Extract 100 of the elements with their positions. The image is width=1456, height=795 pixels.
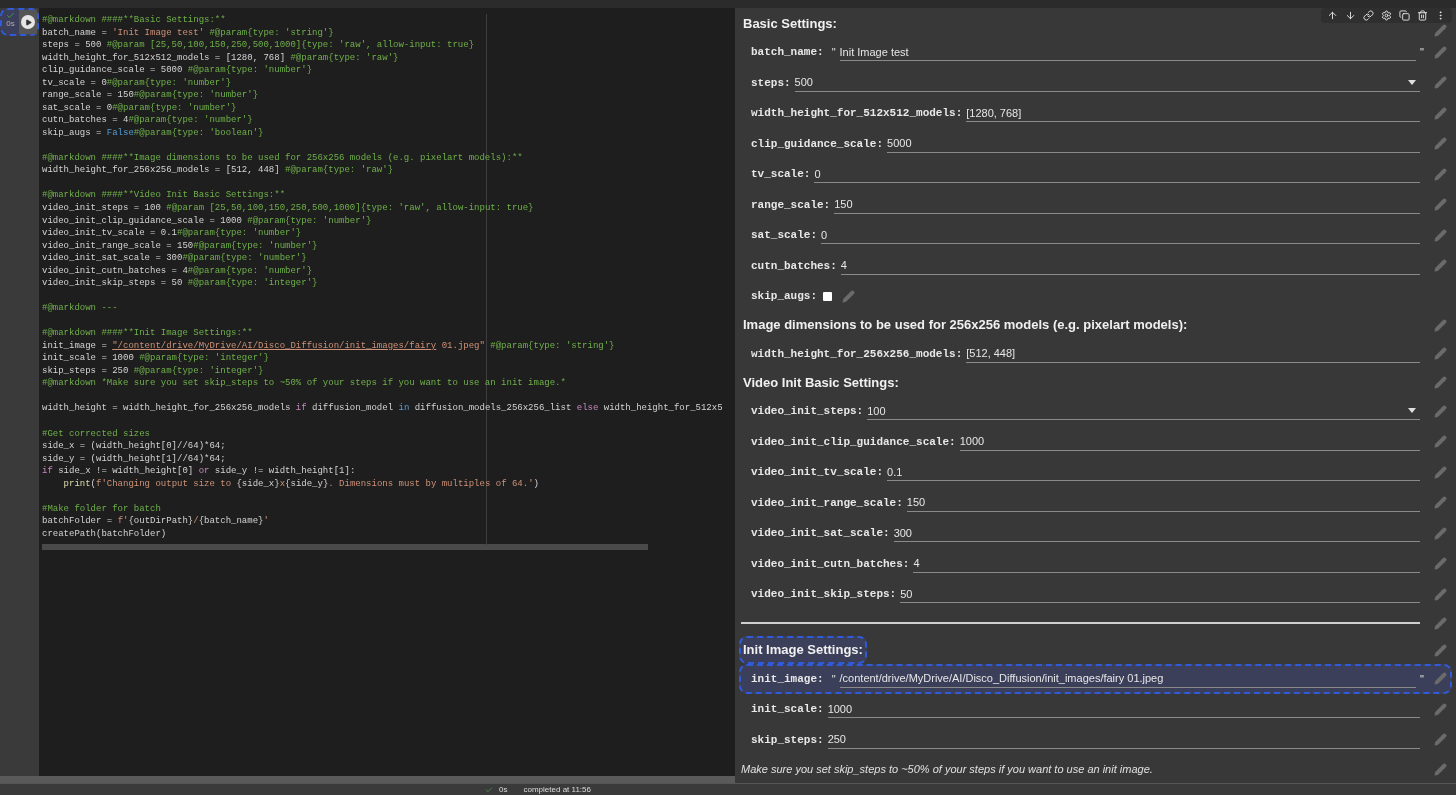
input-field[interactable]: 250 bbox=[827, 730, 1420, 749]
field-label: width_height_for_512x512_models: bbox=[751, 106, 963, 121]
edit-button[interactable] bbox=[1432, 345, 1448, 362]
code-line: video_init_range_scale = 150#@param{type: 'number'} bbox=[42, 240, 318, 251]
edit-button[interactable] bbox=[1432, 403, 1448, 420]
edit-button[interactable] bbox=[1432, 196, 1448, 213]
input-field[interactable]: [512, 448] bbox=[966, 344, 1420, 363]
code-line: #@markdown ####**Init Image Settings:** bbox=[42, 328, 253, 339]
code-line: range_scale = 150#@param{type: 'number'} bbox=[42, 90, 259, 101]
input-field[interactable]: [1280, 768] bbox=[966, 104, 1420, 123]
edit-button[interactable] bbox=[1432, 105, 1448, 122]
code-line: side_y = (width_height[1]//64)*64; bbox=[42, 453, 226, 464]
edit-button[interactable] bbox=[1432, 670, 1448, 687]
edit-button[interactable] bbox=[1432, 494, 1448, 511]
caret-icon bbox=[1408, 408, 1416, 414]
field-label: video_init_skip_steps: bbox=[751, 587, 897, 602]
code-line: video_init_cutn_batches = 4#@param{type: 'number'} bbox=[42, 265, 313, 276]
code-line: init_scale = 1000 #@param{type: 'integer'} bbox=[42, 353, 269, 364]
exec-time: 0s bbox=[6, 20, 15, 28]
code-line: video_init_sat_scale = 300#@param{type: 'number'} bbox=[42, 253, 307, 264]
code-line: if side_x != width_height[0] or side_y != width_height[1]: bbox=[42, 466, 356, 477]
play-icon bbox=[24, 18, 32, 26]
input-field[interactable]: 0 bbox=[821, 226, 1420, 245]
edit-button[interactable] bbox=[1432, 166, 1448, 183]
edit-button[interactable] bbox=[1432, 464, 1448, 481]
move-down-icon[interactable] bbox=[1345, 10, 1356, 21]
edit-button[interactable] bbox=[1432, 701, 1448, 718]
horizontal-scrollbar[interactable] bbox=[0, 776, 735, 783]
field-label: video_init_sat_scale: bbox=[751, 526, 890, 541]
code-line: #@markdown ####**Image dimensions to be used for 256x256 models (e.g. pixelart models):** bbox=[42, 152, 523, 163]
code-line: createPath(batchFolder) bbox=[42, 528, 167, 539]
input-field[interactable]: Init Image test bbox=[839, 43, 1417, 62]
code-line: clip_guidance_scale = 5000 #@param{type: 'number'} bbox=[42, 65, 313, 76]
edit-button[interactable] bbox=[1432, 642, 1448, 658]
copy-icon[interactable] bbox=[1399, 10, 1410, 21]
run-button[interactable] bbox=[21, 15, 35, 29]
dropdown-field[interactable]: 100 bbox=[867, 402, 1420, 421]
code-line: batchFolder = f'{outDirPath}/{batch_name}' bbox=[42, 516, 269, 527]
edit-button[interactable] bbox=[1432, 135, 1448, 152]
input-field[interactable]: 1000 bbox=[959, 432, 1420, 451]
quote-mark: " bbox=[1420, 671, 1424, 687]
field-label: range_scale: bbox=[751, 197, 831, 213]
edit-button[interactable] bbox=[1432, 317, 1448, 333]
check-icon bbox=[485, 785, 494, 794]
link-icon[interactable] bbox=[1363, 10, 1374, 21]
code-line: #@markdown --- bbox=[42, 303, 118, 314]
exec-time: 0s bbox=[499, 785, 508, 794]
input-field[interactable]: 150 bbox=[834, 195, 1420, 214]
field-label: tv_scale: bbox=[751, 167, 811, 182]
move-up-icon[interactable] bbox=[1327, 10, 1338, 21]
code-line: skip_steps = 250 #@param{type: 'integer'} bbox=[42, 365, 264, 376]
quote-mark: " bbox=[831, 45, 836, 60]
field-label: video_init_tv_scale: bbox=[751, 465, 884, 480]
field-label: sat_scale: bbox=[751, 228, 817, 243]
horizontal-scrollbar[interactable] bbox=[42, 544, 648, 551]
code-line: video_init_skip_steps = 50 #@param{type: 'integer'} bbox=[42, 278, 318, 289]
code-line: #@markdown *Make sure you set skip_steps to ~50% of your steps if you want to use an init image.* bbox=[42, 378, 566, 389]
field-label: init_image: bbox=[751, 671, 824, 687]
edit-button[interactable] bbox=[1432, 555, 1448, 572]
input-field[interactable]: /content/drive/MyDrive/AI/Disco_Diffusion/init_images/fairy 01.jpeg bbox=[839, 669, 1417, 688]
edit-button[interactable] bbox=[1432, 586, 1448, 603]
edit-button[interactable] bbox=[1432, 74, 1448, 91]
code-line: #Make folder for batch bbox=[42, 503, 161, 514]
field-label: skip_steps: bbox=[751, 732, 824, 748]
input-field[interactable]: 50 bbox=[900, 585, 1420, 604]
section-heading: Image dimensions to be used for 256x256 models (e.g. pixelart models): bbox=[742, 316, 1189, 335]
input-field[interactable]: 4 bbox=[840, 256, 1420, 275]
edit-button[interactable] bbox=[1432, 525, 1448, 542]
quote-mark: " bbox=[831, 671, 836, 687]
check-icon bbox=[6, 11, 15, 20]
input-field[interactable]: 5000 bbox=[887, 134, 1420, 153]
caret-icon bbox=[1408, 79, 1416, 85]
input-field[interactable]: 1000 bbox=[827, 700, 1420, 719]
field-label: cutn_batches: bbox=[751, 258, 837, 274]
code-line: batch_name = 'Init Image test' #@param{type: 'string'} bbox=[42, 27, 334, 38]
code-line: video_init_tv_scale = 0.1#@param{type: 'number'} bbox=[42, 228, 302, 239]
edit-button[interactable] bbox=[1432, 761, 1448, 777]
input-field[interactable]: 150 bbox=[906, 493, 1420, 512]
code-line: skip_augs = False#@param{type: 'boolean'} bbox=[42, 127, 264, 138]
settings-icon[interactable] bbox=[1381, 10, 1392, 21]
checkbox[interactable] bbox=[823, 291, 832, 301]
input-field[interactable]: 300 bbox=[893, 524, 1420, 543]
edit-button[interactable] bbox=[1432, 433, 1448, 450]
delete-icon[interactable] bbox=[1417, 10, 1428, 21]
code-line: width_height_for_512x512_models = [1280, 768] #@param{type: 'raw'} bbox=[42, 52, 399, 63]
edit-button[interactable] bbox=[840, 288, 856, 305]
input-field[interactable]: 0.1 bbox=[887, 463, 1420, 482]
input-field[interactable]: 4 bbox=[913, 554, 1420, 573]
input-field[interactable]: 0 bbox=[814, 165, 1420, 184]
note-text: Make sure you set skip_steps to ~50% of your steps if you want to use an init image. bbox=[741, 761, 1153, 777]
edit-button[interactable] bbox=[1432, 731, 1448, 748]
edit-button[interactable] bbox=[1432, 374, 1448, 391]
edit-button[interactable] bbox=[1432, 44, 1448, 61]
code-line: width_height = width_height_for_256x256_models if diffusion_model in diffusion_models_256x256_list else width_height_for_512x5 bbox=[42, 403, 723, 414]
code-line: print(f'Changing output size to {side_x}x{side_y}. Dimensions must by multiples of 64.') bbox=[63, 478, 539, 489]
code-line: steps = 500 #@param [25,50,100,150,250,500,1000]{type: 'raw', allow-input: true} bbox=[42, 40, 475, 51]
edit-button[interactable] bbox=[1432, 615, 1448, 631]
dropdown-field[interactable]: 500 bbox=[794, 73, 1420, 92]
edit-button[interactable] bbox=[1432, 257, 1448, 274]
edit-button[interactable] bbox=[1432, 227, 1448, 244]
